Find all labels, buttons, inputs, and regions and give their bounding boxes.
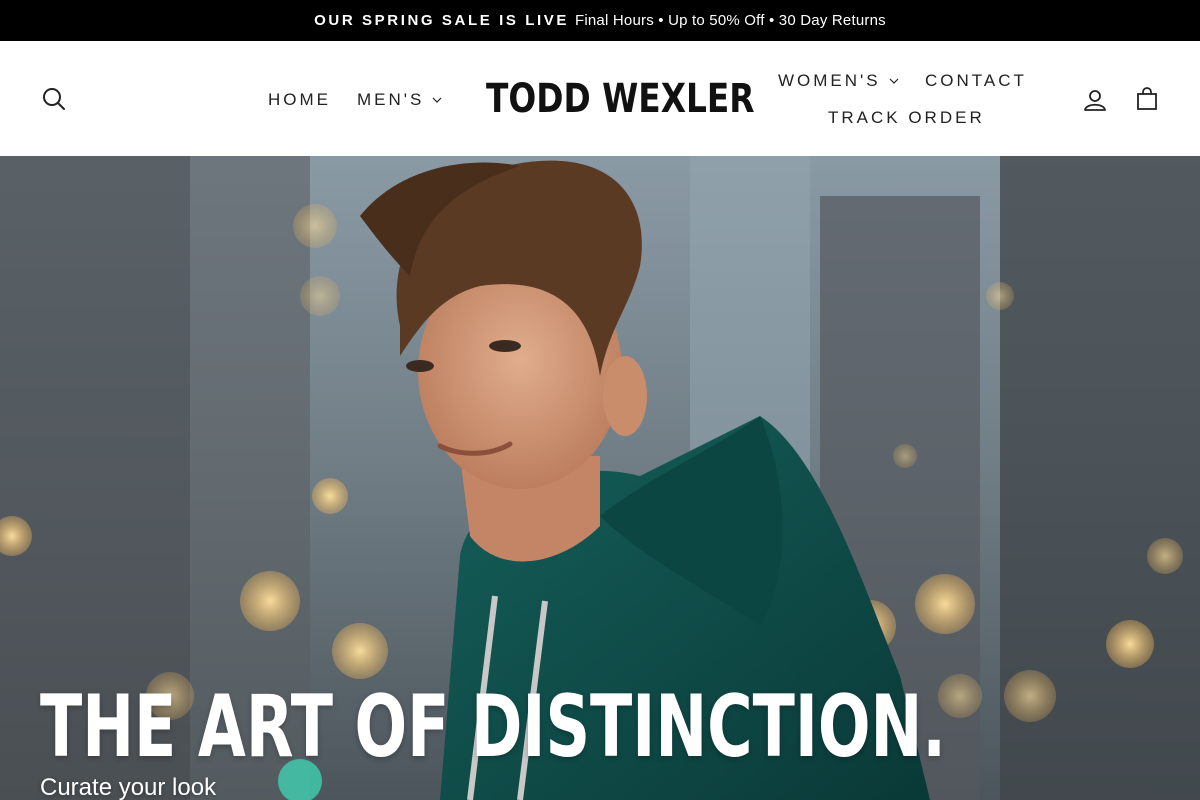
nav-home[interactable]: HOME bbox=[268, 90, 331, 110]
chevron-down-icon bbox=[432, 97, 442, 103]
nav-contact-label: CONTACT bbox=[925, 71, 1027, 90]
search-icon bbox=[43, 88, 65, 110]
nav-home-label: HOME bbox=[268, 90, 331, 109]
account-icon bbox=[1084, 90, 1106, 111]
cart-icon bbox=[1137, 87, 1157, 110]
nav-womens[interactable]: WOMEN'S bbox=[778, 71, 899, 91]
site-header: HOME MEN'S TODD WEXLER WOMEN'S CONTACT T… bbox=[0, 41, 1200, 156]
announcement-bold: OUR SPRING SALE IS LIVE bbox=[314, 12, 569, 29]
account-button[interactable] bbox=[1078, 83, 1112, 117]
announcement-bar: OUR SPRING SALE IS LIVE Final Hours • Up… bbox=[0, 0, 1200, 41]
hero-banner[interactable]: THE ART OF DISTINCTION. Curate your look bbox=[0, 156, 1200, 800]
chevron-down-icon bbox=[889, 78, 899, 84]
announcement-text: Final Hours • Up to 50% Off • 30 Day Ret… bbox=[575, 12, 886, 29]
nav-track-order[interactable]: TRACK ORDER bbox=[828, 108, 985, 128]
nav-mens[interactable]: MEN'S bbox=[357, 90, 442, 110]
cart-button[interactable] bbox=[1130, 82, 1164, 116]
hero-title: THE ART OF DISTINCTION. bbox=[40, 677, 946, 777]
nav-track-order-label: TRACK ORDER bbox=[828, 108, 985, 127]
nav-contact[interactable]: CONTACT bbox=[925, 71, 1027, 91]
nav-mens-label: MEN'S bbox=[357, 90, 425, 109]
nav-womens-label: WOMEN'S bbox=[778, 71, 881, 90]
search-button[interactable] bbox=[38, 83, 70, 115]
site-logo[interactable]: TODD WEXLER bbox=[486, 77, 755, 121]
hero-subtitle: Curate your look bbox=[40, 774, 217, 800]
